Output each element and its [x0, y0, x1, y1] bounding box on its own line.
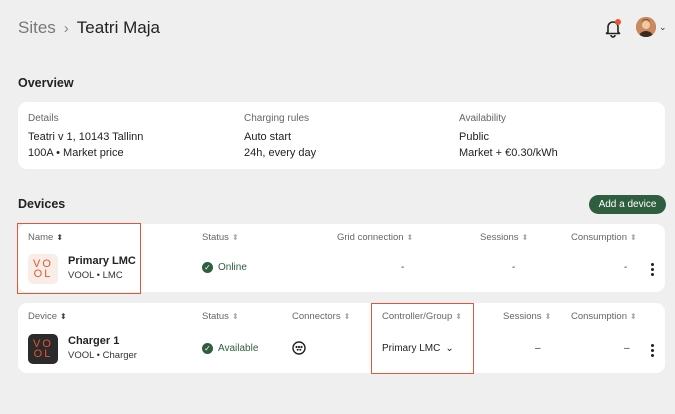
highlight-box-primary-lmc — [17, 223, 141, 294]
device-name[interactable]: Charger 1 — [68, 335, 119, 347]
column-header-label: Status — [202, 311, 229, 322]
column-header-grid-connection[interactable]: Grid connection ⬍ — [337, 232, 413, 243]
overview-charging-rules: Charging rules Auto start 24h, every day — [244, 113, 316, 161]
column-header-label: Sessions — [480, 232, 519, 243]
breadcrumb-sites-link[interactable]: Sites — [18, 18, 56, 38]
connector-icon — [292, 341, 306, 360]
logo-text-bottom: OL — [33, 348, 53, 360]
kebab-menu-icon[interactable] — [650, 344, 654, 357]
availability-access: Public — [459, 131, 489, 143]
column-header-consumption[interactable]: Consumption ⬍ — [571, 232, 637, 243]
sort-icon: ⬍ — [60, 312, 67, 321]
charging-rules-label: Charging rules — [244, 113, 310, 124]
vool-logo: VO OL — [28, 334, 58, 364]
column-header-label: Consumption — [571, 232, 627, 243]
column-header-status[interactable]: Status ⬍ — [202, 232, 239, 243]
kebab-menu-icon[interactable] — [650, 263, 654, 276]
charging-rules-start: Auto start — [244, 131, 292, 143]
overview-availability: Availability Public Market + €0.30/kWh — [459, 113, 558, 161]
details-label: Details — [28, 113, 59, 124]
column-header-label: Grid connection — [337, 232, 404, 243]
bell-icon[interactable] — [604, 18, 622, 38]
avatar[interactable] — [636, 17, 656, 37]
notification-dot — [615, 19, 621, 25]
column-header-device[interactable]: Device ⬍ — [28, 311, 67, 322]
check-circle-icon: ✓ — [202, 343, 213, 354]
overview-title: Overview — [18, 76, 74, 90]
consumption-value: - — [624, 262, 628, 273]
status-badge: ✓ Available — [202, 343, 258, 354]
column-header-connectors[interactable]: Connectors ⬍ — [292, 311, 350, 322]
sort-icon: ⬍ — [231, 233, 239, 242]
sort-icon: ⬍ — [343, 312, 351, 321]
column-header-status[interactable]: Status ⬍ — [202, 311, 239, 322]
column-header-label: Connectors — [292, 311, 341, 322]
column-header-sessions[interactable]: Sessions ⬍ — [503, 311, 551, 322]
column-header-label: Status — [202, 232, 229, 243]
page-title: Teatri Maja — [76, 18, 160, 37]
status-text: Online — [218, 262, 247, 273]
chargers-table: Device ⬍ Status ⬍ Connectors ⬍ Controlle… — [18, 303, 665, 373]
sort-icon: ⬍ — [544, 312, 552, 321]
devices-title: Devices — [18, 197, 66, 211]
consumption-value: – — [624, 343, 630, 354]
charging-rules-schedule: 24h, every day — [244, 147, 317, 159]
column-header-label: Sessions — [503, 311, 542, 322]
sessions-value: - — [512, 262, 516, 273]
availability-label: Availability — [459, 113, 507, 124]
column-header-sessions[interactable]: Sessions ⬍ — [480, 232, 528, 243]
sort-icon: ⬍ — [629, 233, 637, 242]
check-circle-icon: ✓ — [202, 262, 213, 273]
sort-icon: ⬍ — [231, 312, 239, 321]
sort-icon: ⬍ — [629, 312, 637, 321]
device-type: VOOL • Charger — [68, 350, 137, 361]
column-header-consumption[interactable]: Consumption ⬍ — [571, 311, 637, 322]
status-text: Available — [218, 343, 259, 354]
details-address: Teatri v 1, 10143 Tallinn — [28, 131, 144, 143]
sort-icon: ⬍ — [521, 233, 529, 242]
add-device-button[interactable]: Add a device — [589, 195, 666, 214]
sort-icon: ⬍ — [406, 233, 414, 242]
sessions-value: – — [535, 343, 541, 354]
overview-card: Details Teatri v 1, 10143 Tallinn 100A •… — [18, 102, 665, 169]
overview-details: Details Teatri v 1, 10143 Tallinn 100A •… — [28, 113, 143, 161]
chevron-down-icon[interactable]: ⌄ — [659, 22, 667, 33]
highlight-box-controller-group — [371, 303, 474, 374]
availability-price: Market + €0.30/kWh — [459, 147, 558, 159]
details-capacity: 100A • Market price — [28, 147, 124, 159]
breadcrumb-separator: › — [63, 19, 69, 37]
column-header-label: Consumption — [571, 311, 627, 322]
column-header-label: Device — [28, 311, 58, 322]
grid-connection-value: - — [401, 262, 405, 273]
status-badge: ✓ Online — [202, 262, 247, 273]
breadcrumb: Sites › Teatri Maja — [18, 18, 160, 38]
